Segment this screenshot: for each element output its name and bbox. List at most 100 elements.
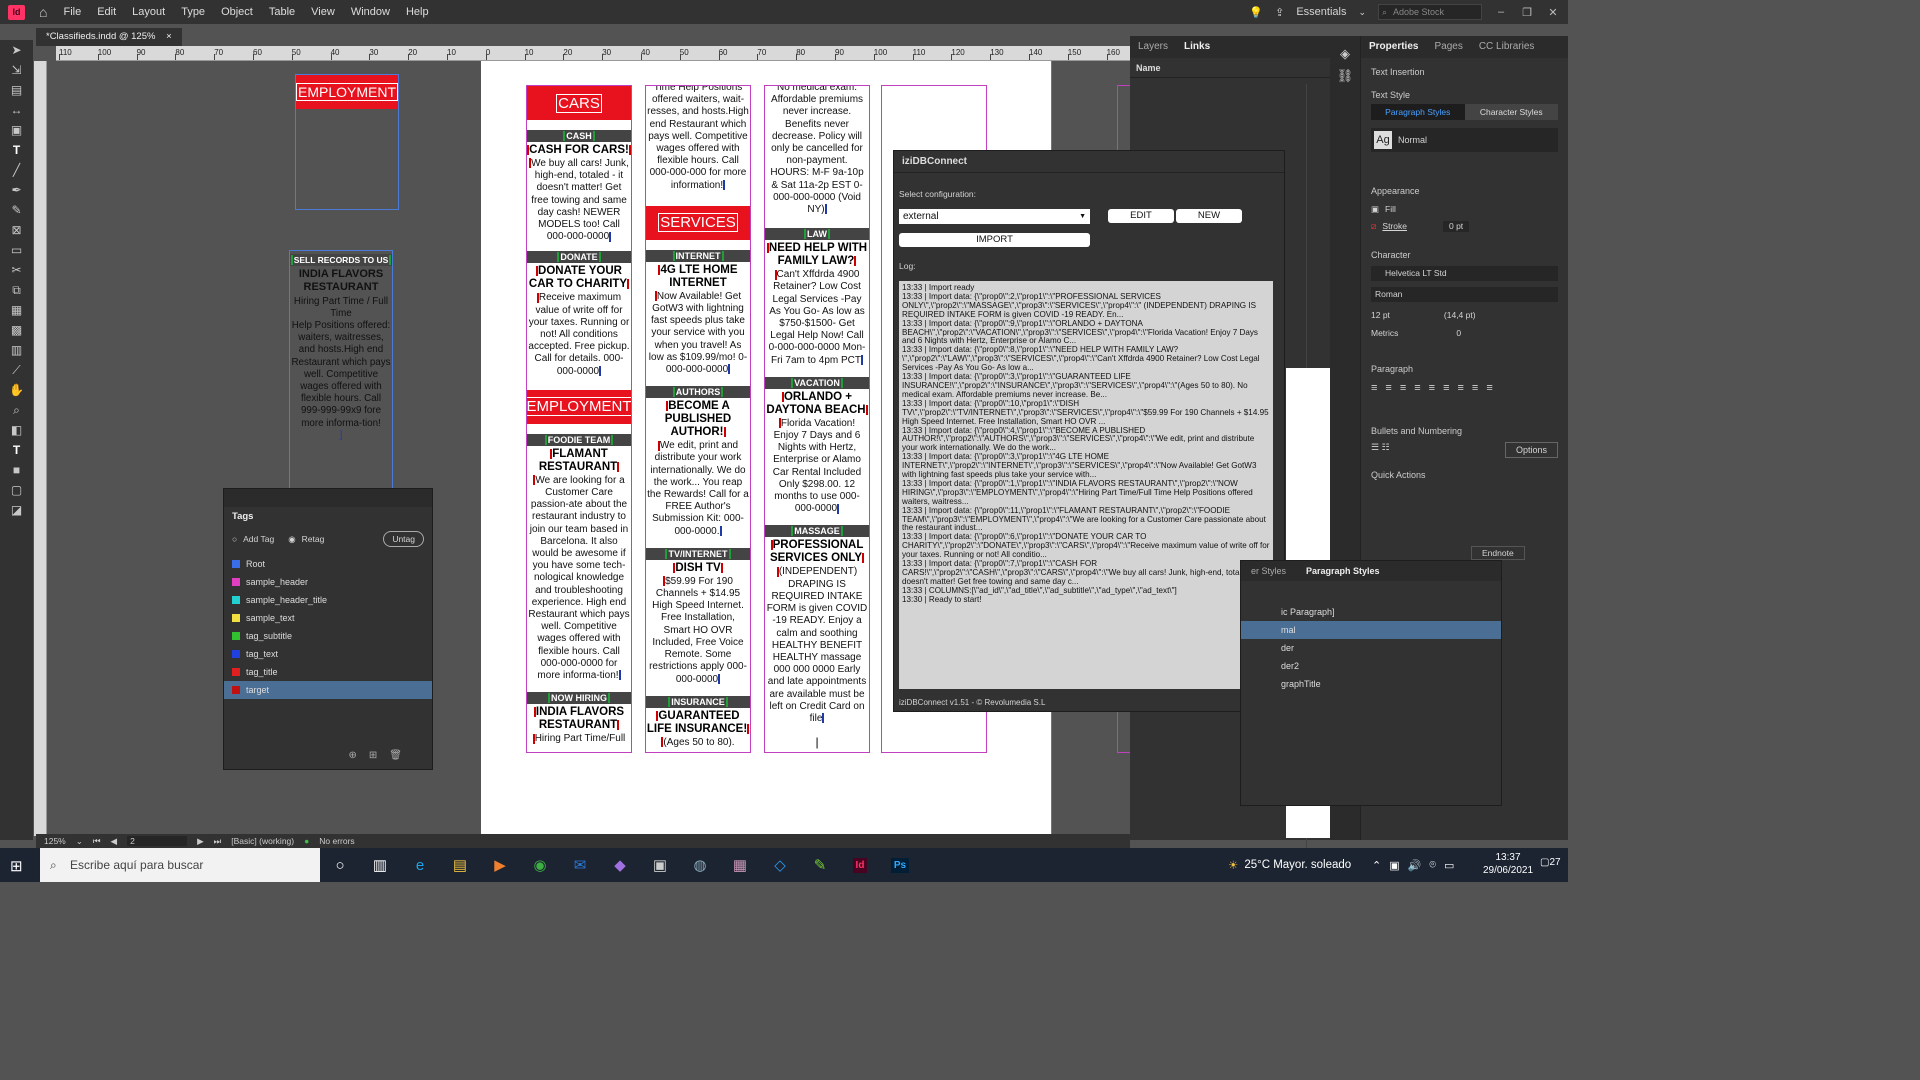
direct-selection-tool-icon[interactable]: ⇲ [0,60,33,80]
minimize-button[interactable]: – [1494,6,1508,18]
kerning-field[interactable]: Metrics [1371,328,1398,338]
character-styles-tab[interactable]: Character Styles [1464,104,1558,120]
alignment-buttons[interactable]: ≡≡≡≡≡≡≡≡≡ [1361,380,1568,396]
bullets-icon[interactable]: ☰ ☷ [1371,442,1390,458]
notification-center[interactable]: ▢27 [1540,857,1561,868]
chrome-icon[interactable]: ◉ [520,848,560,882]
font-size-field[interactable]: 12 pt [1371,310,1390,320]
document-tab[interactable]: *Classifieds.indd @ 125% × [36,28,182,46]
tab-pages[interactable]: Pages [1426,36,1470,58]
share-icon[interactable]: ⇪ [1275,6,1284,19]
tag-item[interactable]: sample_header_title [224,591,432,609]
tag-item[interactable]: tag_text [224,645,432,663]
lightbulb-icon[interactable]: 💡 [1249,6,1263,19]
errors-status[interactable]: No errors [319,836,354,846]
prev-page-icon[interactable]: ◀ [111,836,118,847]
media-player-icon[interactable]: ▶ [480,848,520,882]
cortana-icon[interactable]: ○ [320,848,360,882]
hand-tool-icon[interactable]: ✋ [0,380,33,400]
clock[interactable]: 13:37 29/06/2021 [1478,851,1538,877]
tag-item[interactable]: sample_text [224,609,432,627]
workspace-switcher[interactable]: Essentials [1296,6,1346,18]
horizontal-ruler[interactable]: 110 100 90 80 70 60 50 40 30 20 10 0 10 20 30 40 50 60 70 8… [56,46,1130,61]
page-number-field[interactable]: 2 [127,836,188,846]
font-style-dropdown[interactable]: Roman [1371,287,1558,302]
links-icon[interactable]: ⛓ [1330,68,1360,84]
free-transform-tool-icon[interactable]: ⧉ [0,280,33,300]
style-dropdown[interactable]: Ag Normal [1371,128,1558,152]
network-app-icon[interactable]: ◍ [680,848,720,882]
chevron-down-icon[interactable]: ⌄ [1358,7,1366,18]
volume-icon[interactable]: 🔊 [1408,859,1422,872]
first-page-icon[interactable]: ⏮ [93,836,101,847]
preview-mode-icon[interactable]: ◪ [0,500,33,520]
eyedropper-tool-icon[interactable]: ⟋ [0,360,33,380]
tracking-field[interactable]: 0 [1456,328,1461,338]
menu-table[interactable]: Table [269,6,295,18]
edge-icon[interactable]: e [400,848,440,882]
type-tool-icon[interactable]: T [0,140,33,160]
paragraph-style-item[interactable]: mal [1241,621,1501,639]
taskbar-search[interactable]: ⌕ Escribe aquí para buscar [40,848,320,882]
tray-app-icon[interactable]: ▣ [1389,859,1399,872]
log-output[interactable]: 13:33 | Import ready 13:33 | Import data… [899,281,1273,689]
menu-window[interactable]: Window [351,6,390,18]
tag-panel-footer-icons[interactable]: ⊕⊞🗑 [349,750,414,761]
close-tab-icon[interactable]: × [166,31,172,42]
stock-search-input[interactable]: ⌕ Adobe Stock [1378,4,1482,20]
font-family-dropdown[interactable]: Helvetica LT Std [1371,266,1558,281]
fill-stroke-icon[interactable]: ◧ [0,420,33,440]
menu-type[interactable]: Type [181,6,205,18]
note-tool-icon[interactable]: ▥ [0,340,33,360]
leading-field[interactable]: (14,4 pt) [1444,310,1476,320]
last-page-icon[interactable]: ⏭ [214,836,222,847]
tab-character-styles[interactable]: er Styles [1241,561,1296,581]
paragraph-style-item[interactable]: graphTitle [1241,675,1501,693]
paragraph-style-item[interactable]: der [1241,639,1501,657]
gap-tool-icon[interactable]: ↔ [0,100,33,120]
status-style[interactable]: [Basic] (working) [231,836,294,846]
chevron-down-icon[interactable]: ⌄ [76,836,83,847]
store-icon[interactable]: ▣ [640,848,680,882]
photoshop-taskbar-icon[interactable]: Ps [880,848,920,882]
tag-item[interactable]: tag_subtitle [224,627,432,645]
options-button[interactable]: Options [1504,442,1558,458]
add-tag-radio[interactable]: ○ [232,534,237,544]
scissors-tool-icon[interactable]: ✂ [0,260,33,280]
vscode-icon[interactable]: ◇ [760,848,800,882]
pen-tool-icon[interactable]: ✒ [0,180,33,200]
menu-view[interactable]: View [311,6,335,18]
menu-edit[interactable]: Edit [97,6,116,18]
menu-file[interactable]: File [63,6,81,18]
zoom-level[interactable]: 125% [44,836,66,846]
zoom-tool-icon[interactable]: ⌕ [0,400,33,420]
network-icon[interactable]: ⌾ [1429,859,1436,872]
layers-icon[interactable]: ◈ [1330,46,1360,62]
tag-item[interactable]: tag_title [224,663,432,681]
import-button[interactable]: IMPORT [899,233,1090,247]
tag-item[interactable]: Root [224,555,432,573]
menu-layout[interactable]: Layout [132,6,165,18]
home-icon[interactable]: ⌂ [39,4,47,20]
paragraph-styles-tab[interactable]: Paragraph Styles [1371,104,1465,120]
mail-icon[interactable]: ✉ [560,848,600,882]
visual-studio-icon[interactable]: ◆ [600,848,640,882]
sell-records-frame[interactable]: SELL RECORDS TO US INDIA FLAVORS RESTAUR… [289,250,393,490]
menu-help[interactable]: Help [406,6,429,18]
tray-chevron-icon[interactable]: ⌃ [1372,859,1381,872]
screen-mode-icon[interactable]: ▢ [0,480,33,500]
content-collector-icon[interactable]: ▣ [0,120,33,140]
selection-tool-icon[interactable]: ➤ [0,40,33,60]
indesign-taskbar-icon[interactable]: Id [840,848,880,882]
notepadpp-icon[interactable]: ✎ [800,848,840,882]
pencil-tool-icon[interactable]: ✎ [0,200,33,220]
task-view-icon[interactable]: ▥ [360,848,400,882]
formatting-text-icon[interactable]: T [0,440,33,460]
retag-radio[interactable]: ◉ [288,534,295,545]
edit-button[interactable]: EDIT [1108,209,1174,223]
tab-paragraph-styles[interactable]: Paragraph Styles [1296,561,1390,581]
apply-color-icon[interactable]: ■ [0,460,33,480]
column-services[interactable]: Time Help Positions offered waiters, wai… [646,86,750,752]
gradient-tool-icon[interactable]: ▦ [0,300,33,320]
tab-layers[interactable]: Layers [1130,36,1176,58]
